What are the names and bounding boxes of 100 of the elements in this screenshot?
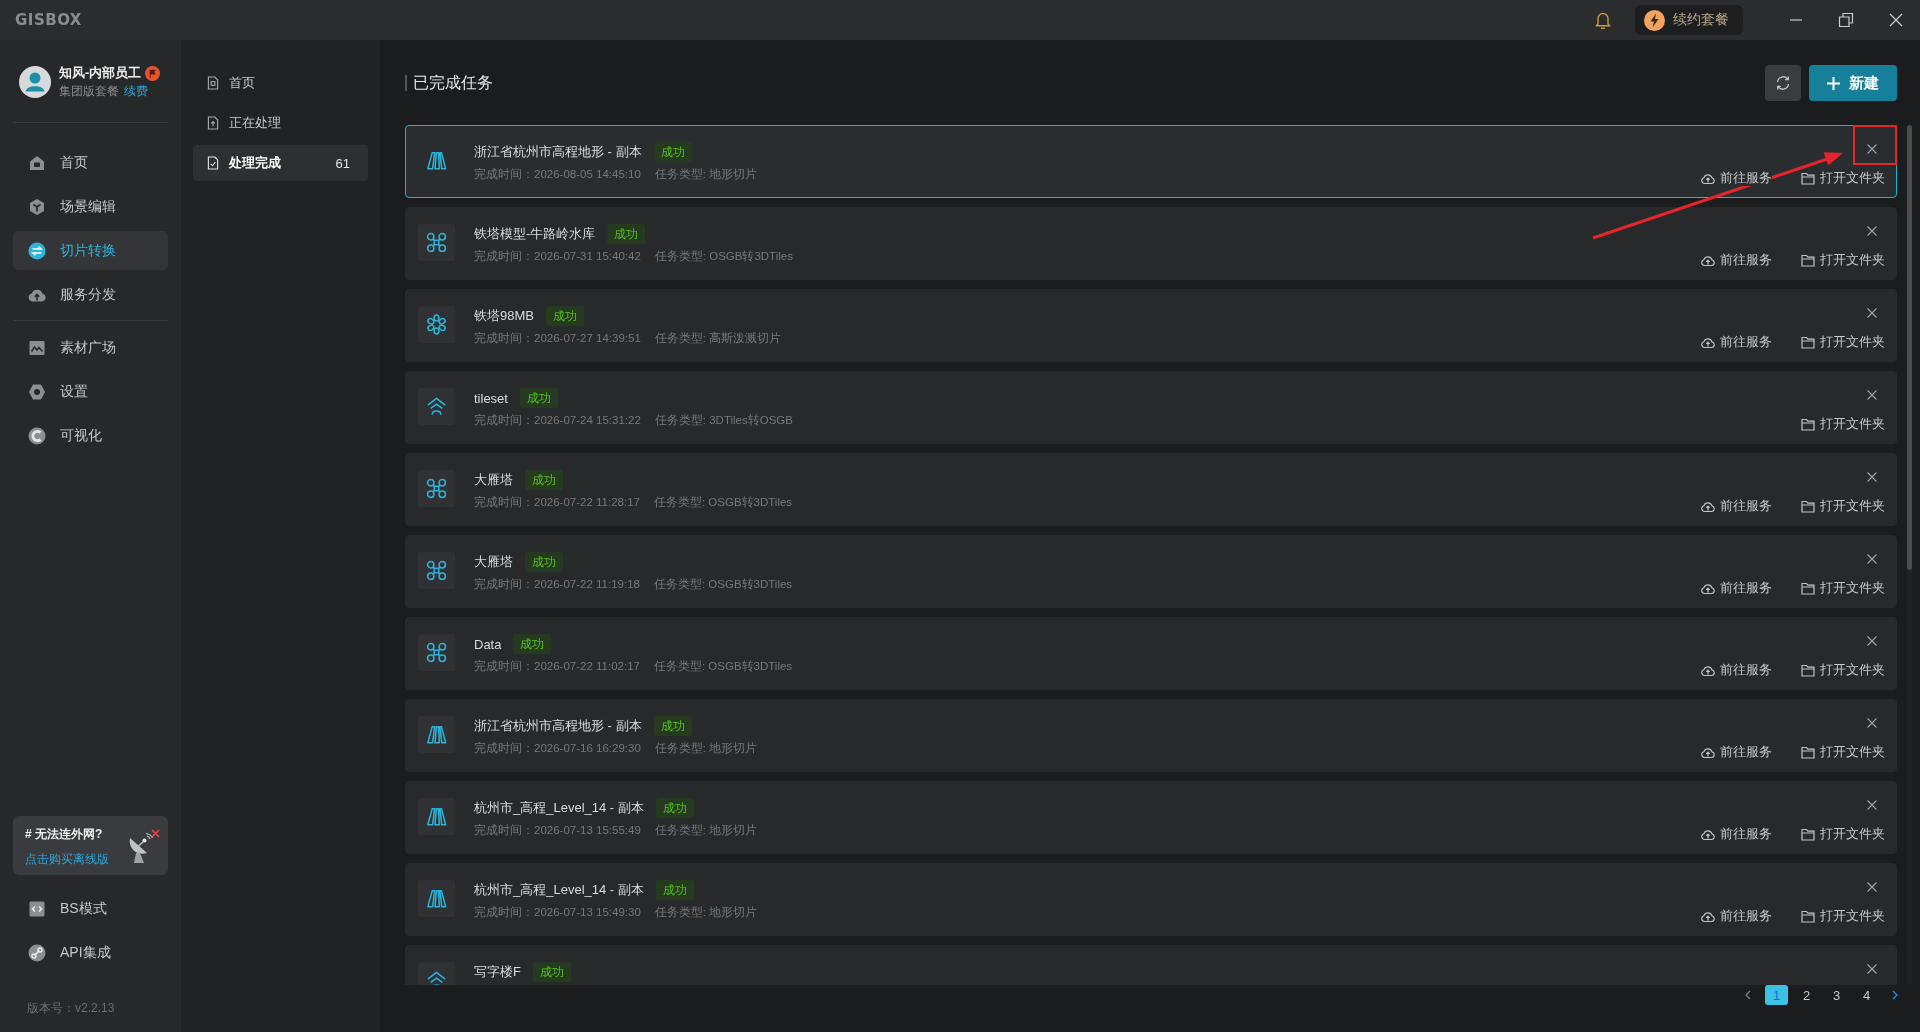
bell-icon[interactable] (1594, 10, 1612, 30)
completion-time: 完成时间：2026-08-05 14:45:10 (474, 167, 641, 182)
completion-time: 完成时间：2026-07-22 11:28:17 (474, 495, 640, 510)
close-icon[interactable] (1867, 964, 1877, 974)
subnav-item[interactable]: 正在处理 (193, 105, 368, 141)
completion-time: 完成时间：2026-07-31 15:40:42 (474, 249, 641, 264)
task-type: 任务类型: 地形切片 (654, 167, 758, 182)
renew-link[interactable]: 续费 (124, 82, 148, 100)
folder-icon (1801, 827, 1815, 841)
go-to-service-button[interactable]: 前往服务 (1701, 908, 1772, 924)
task-count: 61 (335, 155, 350, 171)
document-icon (207, 76, 219, 90)
slanted-strips-icon (418, 716, 455, 753)
lightning-icon (1644, 9, 1665, 31)
task-card[interactable]: tileset 成功 完成时间：2026-07-24 15:31:22 任务类型: 3DTiles转OSGB 打开文件夹 (405, 371, 1897, 444)
close-icon[interactable] (1867, 800, 1877, 810)
task-card[interactable]: 杭州市_高程_Level_14 - 副本 成功 完成时间：2026-07-13 15:55:49 任务类型: 地形切片 前往服务 打开文件夹 (405, 781, 1897, 854)
task-type: 任务类型: 高斯泼溅切片 (654, 331, 782, 346)
open-folder-button[interactable]: 打开文件夹 (1801, 334, 1885, 350)
subnav-item[interactable]: 处理完成 61 (193, 145, 368, 181)
restore-icon[interactable] (1838, 12, 1854, 28)
cloud-upload-icon (1701, 581, 1715, 595)
page-button[interactable]: 3 (1825, 985, 1848, 1005)
task-card[interactable]: 大雁塔 成功 完成时间：2026-07-22 11:28:17 任务类型: OSGB转3DTiles 前往服务 打开文件夹 (405, 453, 1897, 526)
folder-icon (1801, 499, 1815, 513)
plan-name: 集团版套餐 (59, 83, 119, 100)
task-card[interactable]: 写字楼F 成功 (405, 945, 1897, 985)
refresh-button[interactable] (1765, 65, 1801, 101)
open-folder-button[interactable]: 打开文件夹 (1801, 744, 1885, 760)
nav-item[interactable]: 可视化 (13, 416, 168, 455)
nav-item[interactable]: API集成 (13, 933, 168, 972)
status-badge: 成功 (513, 634, 552, 654)
roof-layers-icon (418, 388, 455, 425)
close-icon[interactable] (1888, 12, 1904, 28)
new-button[interactable]: 新建 (1809, 65, 1897, 101)
task-card[interactable]: 浙江省杭州市高程地形 - 副本 成功 完成时间：2026-07-16 16:29:30 任务类型: 地形切片 前往服务 打开文件夹 (405, 699, 1897, 772)
open-folder-button[interactable]: 打开文件夹 (1801, 826, 1885, 842)
cloud-upload-icon (1701, 827, 1715, 841)
flag-badge-icon (145, 65, 161, 81)
cloud-upload-icon (1701, 335, 1715, 349)
open-folder-button[interactable]: 打开文件夹 (1801, 580, 1885, 596)
open-folder-button[interactable]: 打开文件夹 (1801, 662, 1885, 678)
close-icon[interactable] (1867, 390, 1877, 400)
scrollbar-thumb[interactable] (1907, 125, 1912, 570)
task-title: 浙江省杭州市高程地形 - 副本 (474, 143, 642, 161)
cloud-upload-icon (1701, 171, 1715, 185)
nav-item[interactable]: 切片转换 (13, 231, 168, 270)
task-card[interactable]: 杭州市_高程_Level_14 - 副本 成功 完成时间：2026-07-13 15:49:30 任务类型: 地形切片 前往服务 打开文件夹 (405, 863, 1897, 936)
close-icon[interactable] (1867, 636, 1877, 646)
close-icon[interactable] (1867, 882, 1877, 892)
nav-item[interactable]: 素材广场 (13, 328, 168, 367)
go-to-service-button[interactable]: 前往服务 (1701, 744, 1772, 760)
subnav-item[interactable]: 首页 (193, 65, 368, 101)
nav-item[interactable]: BS模式 (13, 889, 168, 928)
go-to-service-button[interactable]: 前往服务 (1701, 580, 1772, 596)
completion-time: 完成时间：2026-07-22 11:02:17 (474, 659, 640, 674)
task-title: 浙江省杭州市高程地形 - 副本 (474, 717, 642, 735)
task-title: 大雁塔 (474, 553, 513, 571)
app-logo: GISBOX (15, 11, 82, 29)
image-icon (28, 338, 46, 357)
completion-time: 完成时间：2026-07-22 11:19:18 (474, 577, 640, 592)
close-icon[interactable] (1867, 472, 1877, 482)
task-card[interactable]: 铁塔模型-牛路岭水库 成功 完成时间：2026-07-31 15:40:42 任务类型: OSGB转3DTiles 前往服务 打开文件夹 (405, 207, 1897, 280)
open-folder-button[interactable]: 打开文件夹 (1801, 498, 1885, 514)
task-card[interactable]: 大雁塔 成功 完成时间：2026-07-22 11:19:18 任务类型: OSGB转3DTiles 前往服务 打开文件夹 (405, 535, 1897, 608)
go-to-service-button[interactable]: 前往服务 (1701, 252, 1772, 268)
document-check-icon (207, 156, 219, 170)
close-icon[interactable] (1867, 718, 1877, 728)
buy-offline-link[interactable]: 点击购买离线版 (25, 851, 109, 867)
nav-item[interactable]: 场景编辑 (13, 187, 168, 226)
close-icon[interactable] (1867, 554, 1877, 564)
go-to-service-button[interactable]: 前往服务 (1701, 826, 1772, 842)
renew-button[interactable]: 续约套餐 (1635, 5, 1743, 35)
go-to-service-button[interactable]: 前往服务 (1701, 498, 1772, 514)
nav-item[interactable]: 首页 (13, 143, 168, 182)
nav-item[interactable]: 设置 (13, 372, 168, 411)
folder-icon (1801, 663, 1815, 677)
close-icon[interactable] (1867, 226, 1877, 236)
close-icon[interactable] (1867, 308, 1877, 318)
close-icon[interactable] (1867, 144, 1877, 154)
task-type: 任务类型: OSGB转3DTiles (653, 659, 793, 674)
page-button[interactable]: 4 (1855, 985, 1878, 1005)
completion-time: 完成时间：2026-07-16 16:29:30 (474, 741, 641, 756)
task-card[interactable]: 铁塔98MB 成功 完成时间：2026-07-27 14:39:51 任务类型: 高斯泼溅切片 前往服务 打开文件夹 (405, 289, 1897, 362)
slanted-strips-icon (418, 798, 455, 835)
nav-item[interactable]: 服务分发 (13, 275, 168, 314)
go-to-service-button[interactable]: 前往服务 (1701, 170, 1772, 186)
open-folder-button[interactable]: 打开文件夹 (1801, 416, 1885, 432)
task-card[interactable]: Data 成功 完成时间：2026-07-22 11:02:17 任务类型: OSGB转3DTiles 前往服务 打开文件夹 (405, 617, 1897, 690)
task-title: tileset (474, 390, 508, 406)
folder-icon (1801, 253, 1815, 267)
open-folder-button[interactable]: 打开文件夹 (1801, 252, 1885, 268)
completion-time: 完成时间：2026-07-13 15:49:30 (474, 905, 641, 920)
page-button[interactable]: 2 (1795, 985, 1818, 1005)
go-to-service-button[interactable]: 前往服务 (1701, 334, 1772, 350)
task-card[interactable]: 浙江省杭州市高程地形 - 副本 成功 完成时间：2026-08-05 14:45:10 任务类型: 地形切片 前往服务 打开文件夹 (405, 125, 1897, 198)
open-folder-button[interactable]: 打开文件夹 (1801, 170, 1885, 186)
open-folder-button[interactable]: 打开文件夹 (1801, 908, 1885, 924)
go-to-service-button[interactable]: 前往服务 (1701, 662, 1772, 678)
link-icon (28, 943, 46, 962)
